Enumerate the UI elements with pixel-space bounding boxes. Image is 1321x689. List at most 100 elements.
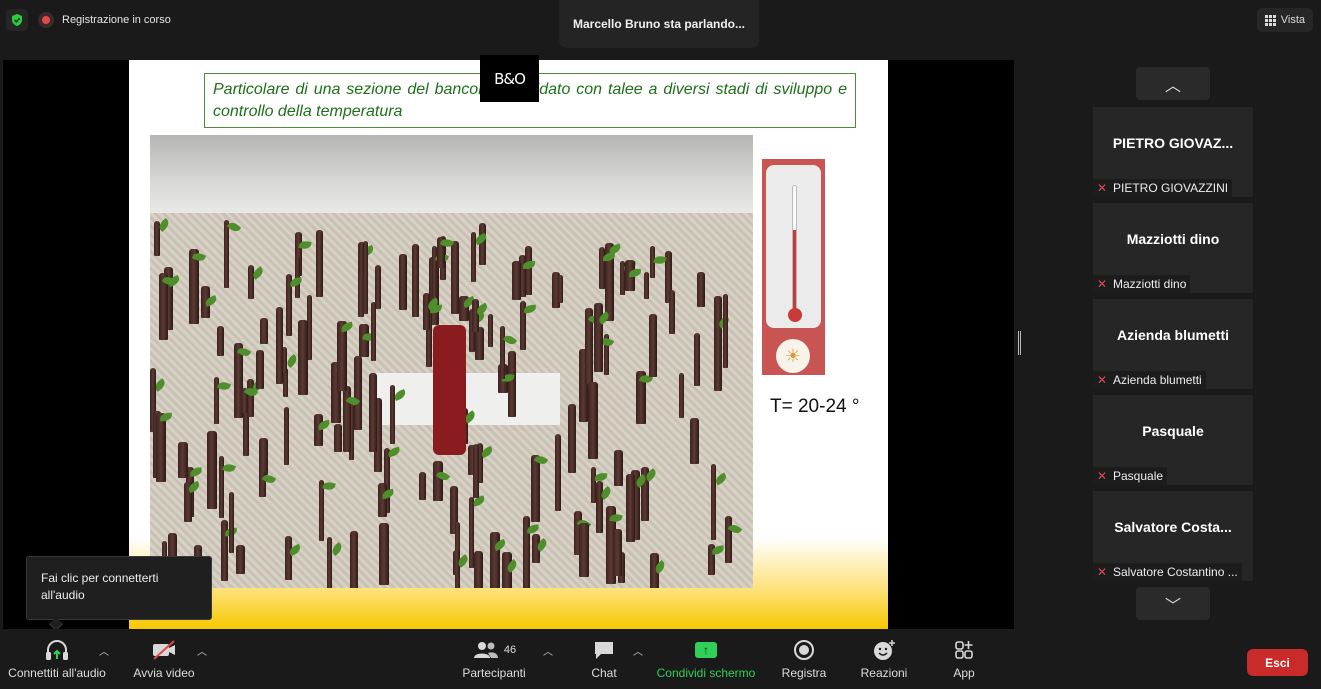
participant-tile[interactable]: PIETRO GIOVAZ... ✕ PIETRO GIOVAZZINI [1093, 107, 1253, 197]
participant-tile[interactable]: Salvatore Costa... ✕ Salvatore Costantino… [1093, 491, 1253, 581]
mic-muted-icon: ✕ [1096, 373, 1108, 387]
bench-thermometer [433, 325, 466, 455]
participants-count: 46 [503, 644, 517, 656]
scroll-up-button[interactable]: ︿ [1136, 67, 1210, 100]
cutting-stem [479, 223, 486, 265]
join-audio-button[interactable]: Connettiti all'audio [6, 629, 108, 689]
cutting-stem [649, 314, 657, 377]
participant-label-text: Salvatore Costantino ... [1113, 565, 1238, 579]
participants-label: Partecipanti [462, 666, 526, 680]
start-video-label: Avvia video [133, 666, 195, 680]
cutting-stem [694, 333, 700, 386]
cutting-stem [433, 461, 443, 501]
participants-icon [473, 642, 498, 658]
participant-label: ✕ Salvatore Costantino ... [1093, 563, 1242, 581]
view-button[interactable]: Vista [1256, 8, 1313, 32]
cutting-stem [588, 382, 598, 459]
participant-label: ✕ PIETRO GIOVAZZINI [1093, 179, 1233, 197]
cutting-stem [248, 265, 254, 299]
cutting-stem [599, 247, 605, 289]
cutting-stem [596, 481, 603, 533]
scroll-down-button[interactable]: ﹀ [1136, 587, 1210, 620]
start-video-button[interactable]: Avvia video [130, 629, 198, 689]
sun-icon: ☀ [776, 339, 810, 373]
chat-label: Chat [591, 666, 617, 680]
participant-label: ✕ Mazziotti dino [1093, 275, 1191, 293]
participant-tile[interactable]: Mazziotti dino ✕ Mazziotti dino [1093, 203, 1253, 293]
participant-tile[interactable]: Azienda blumetti ✕ Azienda blumetti [1093, 299, 1253, 389]
cutting-stem [260, 318, 268, 344]
apps-icon [953, 638, 975, 662]
share-screen-button[interactable]: ↑ Condividi schermo [654, 629, 758, 689]
cutting-stem [525, 246, 532, 295]
chat-options-caret-icon[interactable]: ︿ [633, 643, 643, 658]
cutting-stem [568, 404, 576, 473]
apps-button[interactable]: App [946, 629, 982, 689]
reactions-button[interactable]: Reazioni [858, 629, 910, 689]
recording-label: Registrazione in corso [62, 14, 171, 26]
record-label: Registra [781, 666, 827, 680]
recording-dot-icon [38, 12, 54, 28]
cutting-stem [178, 442, 188, 478]
participant-label: ✕ Azienda blumetti [1093, 371, 1206, 389]
cutting-stem [690, 418, 699, 464]
cutting-stem [579, 523, 589, 577]
cutting-stem [614, 450, 623, 486]
cutting-stem [319, 480, 324, 541]
cutting-stem [474, 551, 483, 588]
chevron-up-icon: ︿ [1164, 77, 1181, 95]
audio-options-caret-icon[interactable]: ︿ [99, 643, 109, 658]
cutting-stem [697, 272, 705, 307]
cutting-stem [723, 294, 728, 368]
cutting-stem [375, 265, 381, 309]
audio-tooltip: Fai clic per connetterti all'audio [26, 556, 212, 620]
participant-label-text: Azienda blumetti [1113, 373, 1202, 387]
participant-name: Azienda blumetti [1116, 327, 1229, 343]
audio-tooltip-text: Fai clic per connetterti all'audio [41, 571, 159, 602]
cutting-stem [350, 531, 358, 588]
cutting-stem [354, 356, 362, 430]
participant-name: Mazziotti dino [1126, 231, 1220, 247]
cutting-stem [207, 431, 217, 509]
cutting-stem [359, 242, 364, 274]
cutting-stem [298, 320, 308, 395]
top-bar: Registrazione in corso Marcello Bruno st… [0, 0, 1321, 48]
participant-tile[interactable]: Pasquale ✕ Pasquale [1093, 395, 1253, 485]
record-button[interactable]: Registra [780, 629, 828, 689]
active-speaker-banner: Marcello Bruno sta parlando... [559, 0, 759, 48]
mic-muted-icon: ✕ [1096, 277, 1108, 291]
cutting-stem [644, 272, 649, 299]
cutting-stem [412, 244, 419, 317]
cutting-stem [156, 413, 166, 482]
participant-label: ✕ Pasquale [1093, 467, 1168, 485]
cutting-stem [378, 483, 387, 517]
cutting-stem [284, 407, 289, 465]
cutting-stem [285, 536, 292, 580]
cutting-stem [316, 230, 323, 297]
leave-meeting-button[interactable]: Esci [1247, 649, 1308, 676]
mic-muted-icon: ✕ [1096, 469, 1108, 483]
cutting-stem [555, 434, 561, 511]
video-options-caret-icon[interactable]: ︿ [197, 643, 207, 658]
thermometer-graphic: ☀ [762, 159, 825, 375]
bo-logo-text: B&O [494, 69, 526, 88]
temperature-text: T= 20-24 ° [770, 396, 860, 417]
reactions-label: Reazioni [860, 666, 908, 680]
security-shield-icon[interactable] [6, 9, 28, 31]
recording-indicator[interactable]: Registrazione in corso [38, 9, 171, 31]
headphones-icon [44, 638, 70, 662]
bo-logo: B&O [480, 55, 539, 102]
chat-button[interactable]: Chat [584, 629, 624, 689]
cutting-stem [327, 537, 332, 588]
grid-view-icon [1264, 14, 1276, 26]
cutting-stem [371, 302, 376, 361]
cutting-stem [613, 529, 622, 576]
cutting-stem [488, 314, 493, 347]
participant-label-text: Mazziotti dino [1113, 277, 1187, 291]
resize-handle[interactable] [1018, 331, 1021, 355]
participants-options-caret-icon[interactable]: ︿ [543, 643, 553, 658]
cutting-stem [591, 467, 596, 503]
cutting-stem [512, 261, 521, 300]
reactions-icon [872, 638, 896, 662]
participants-button[interactable]: 46 Partecipanti [458, 629, 530, 689]
